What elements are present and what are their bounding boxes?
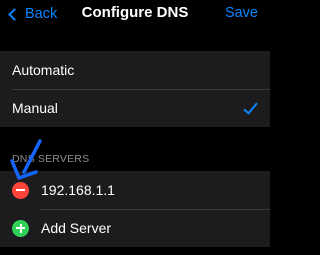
back-label: Back: [25, 6, 58, 22]
dns-mode-group: Automatic Manual: [0, 51, 270, 127]
navigation-bar: Back Configure DNS Save: [0, 0, 270, 30]
chevron-left-icon: [8, 7, 21, 21]
save-button[interactable]: Save: [225, 5, 258, 21]
option-manual-label: Manual: [12, 100, 58, 116]
option-manual[interactable]: Manual: [0, 89, 270, 127]
add-server-label: Add Server: [41, 220, 112, 236]
bottom-edge: [0, 250, 270, 255]
minus-circle-icon[interactable]: [12, 181, 29, 199]
configure-dns-screen: Back Configure DNS Save Automatic Manual…: [0, 0, 270, 255]
checkmark-icon: [243, 99, 258, 115]
dns-servers-group: 192.168.1.1 Add Server: [0, 171, 270, 247]
dns-server-row: 192.168.1.1: [0, 171, 270, 209]
add-server-button[interactable]: Add Server: [0, 209, 270, 247]
back-button[interactable]: Back: [4, 3, 57, 25]
dns-server-address[interactable]: 192.168.1.1: [41, 182, 115, 198]
dns-servers-header: DNS SERVERS: [12, 153, 90, 165]
plus-circle-icon: [12, 219, 29, 237]
option-automatic-label: Automatic: [12, 62, 75, 78]
option-automatic[interactable]: Automatic: [0, 51, 270, 89]
